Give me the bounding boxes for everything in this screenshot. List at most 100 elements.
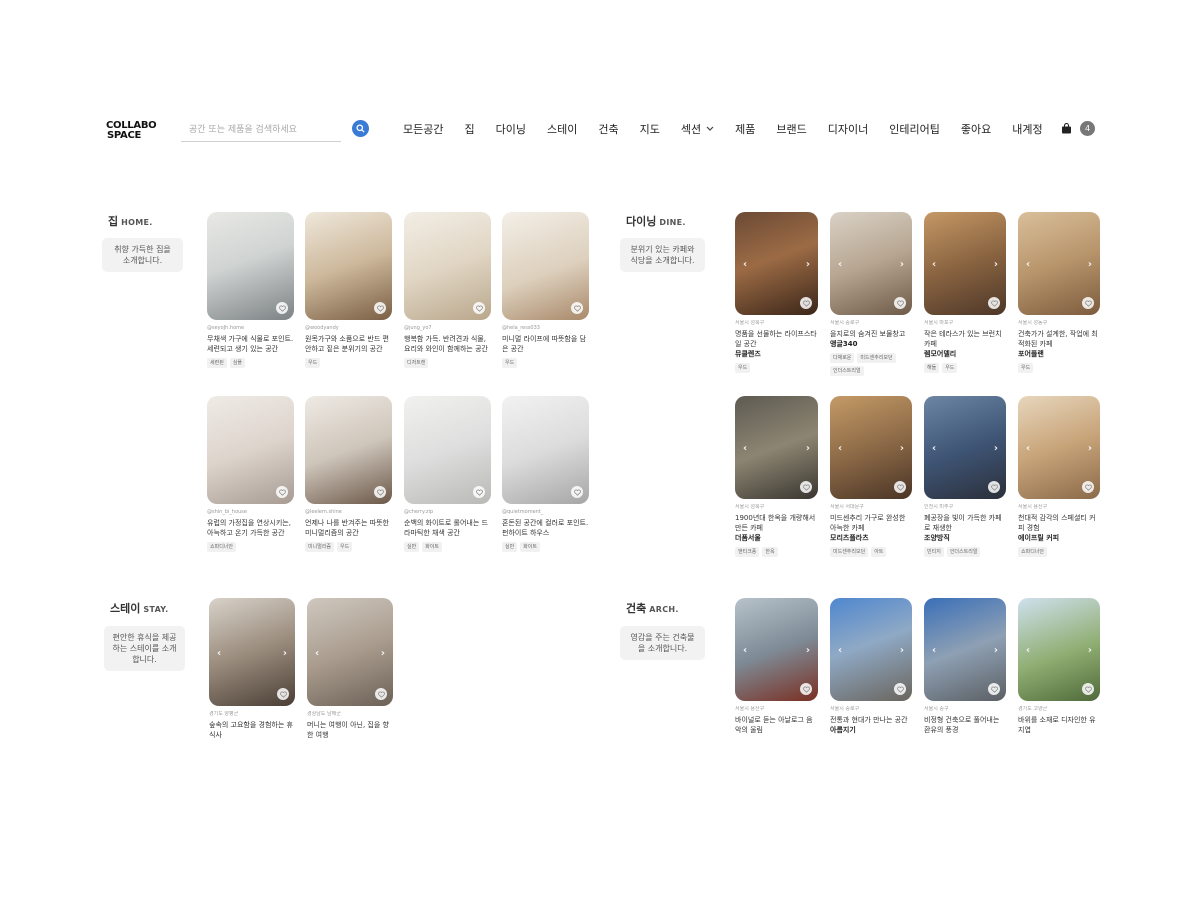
- chevron-right-icon[interactable]: ›: [806, 645, 810, 656]
- arch-card[interactable]: ‹ › 서울시 중로구 전통과 현대가 만나는 공간 아름지기: [830, 598, 912, 739]
- home-card[interactable]: @leelem.shine 언제나 나를 반겨주는 따뜻한 미니멀리즘의 공간 미니…: [305, 396, 392, 552]
- search-input[interactable]: [181, 118, 331, 142]
- card-tag[interactable]: 우드: [305, 358, 321, 368]
- card-image[interactable]: ‹ ›: [735, 396, 818, 499]
- card-tag[interactable]: 미니멀리즘: [305, 542, 335, 552]
- card-tag[interactable]: 세련된: [207, 358, 227, 368]
- card-tag[interactable]: 화이트: [422, 542, 443, 552]
- card-tag[interactable]: 미드센추리모던: [830, 547, 869, 557]
- like-button[interactable]: [571, 302, 583, 314]
- stay-card[interactable]: ‹ › 경상남도 남해군 머니는 여행이 아닌, 집을 향한 여행: [307, 598, 393, 739]
- home-card[interactable]: @quietmoment_ 혼돈된 공간에 컬러로 포인트. 펀하이트 하우스 실반…: [502, 396, 589, 552]
- chevron-left-icon[interactable]: ‹: [838, 443, 842, 454]
- card-image[interactable]: ‹ ›: [830, 396, 912, 499]
- chevron-right-icon[interactable]: ›: [381, 648, 385, 659]
- card-tag[interactable]: 우드: [337, 542, 353, 552]
- card-image[interactable]: ‹ ›: [924, 598, 1006, 701]
- card-tag[interactable]: 다채로운: [830, 353, 855, 363]
- like-button[interactable]: [571, 486, 583, 498]
- like-button[interactable]: [894, 481, 906, 493]
- dining-card[interactable]: ‹ › 서울시 서대문구 미드센추리 가구로 완성한 아늑한 카페 모리츠플라츠 미드센추…: [830, 396, 912, 557]
- home-card[interactable]: @hela_ress033 미니멀 라이프에 따뜻함을 담은 공간 우드: [502, 212, 589, 368]
- chevron-right-icon[interactable]: ›: [900, 443, 904, 454]
- chevron-left-icon[interactable]: ‹: [743, 645, 747, 656]
- nav-map[interactable]: 지도: [640, 121, 660, 137]
- dining-card[interactable]: ‹ › 서울시 마포구 작은 테라스가 있는 브런치 카페 렘모어델리 해들 우드: [924, 212, 1006, 373]
- card-tag[interactable]: 빈티지: [924, 547, 944, 557]
- card-image[interactable]: ‹ ›: [830, 598, 912, 701]
- card-image[interactable]: ‹ ›: [1018, 396, 1100, 499]
- nav-products[interactable]: 제품: [735, 121, 755, 137]
- like-button[interactable]: [374, 486, 386, 498]
- chevron-right-icon[interactable]: ›: [1088, 443, 1092, 454]
- logo[interactable]: COLLABO SPACE: [106, 121, 157, 141]
- home-card[interactable]: @seyoJh.home 무채색 가구에 식물로 포인트. 세련되고 생기 있는 …: [207, 212, 294, 368]
- card-image[interactable]: ‹ ›: [830, 212, 912, 315]
- chevron-left-icon[interactable]: ‹: [743, 259, 747, 270]
- card-tag[interactable]: 실반: [404, 542, 420, 552]
- chevron-left-icon[interactable]: ‹: [838, 645, 842, 656]
- card-tag[interactable]: 앤티크풍: [735, 547, 760, 557]
- chevron-right-icon[interactable]: ›: [806, 259, 810, 270]
- like-button[interactable]: [276, 302, 288, 314]
- card-image[interactable]: ‹ ›: [735, 212, 818, 315]
- chevron-left-icon[interactable]: ‹: [217, 648, 221, 659]
- like-button[interactable]: [1082, 481, 1094, 493]
- chevron-left-icon[interactable]: ‹: [932, 645, 936, 656]
- home-card[interactable]: @cherry.zip 순백의 화이트로 롤어내는 드라마틱한 채색 공간 실반 화이…: [404, 396, 491, 552]
- like-button[interactable]: [375, 688, 387, 700]
- card-tag[interactable]: 디저트캔: [404, 358, 429, 368]
- chevron-left-icon[interactable]: ‹: [838, 259, 842, 270]
- chevron-right-icon[interactable]: ›: [994, 645, 998, 656]
- dining-card[interactable]: ‹ › 서울시 용산구 천대적 감각의 스페셜티 커피 경험 에이프릴 커피 쇼파디너안: [1018, 396, 1100, 557]
- chevron-left-icon[interactable]: ‹: [315, 648, 319, 659]
- dining-card[interactable]: ‹ › 인천시 미추구 폐공장을 빛이 가득한 카페로 재생한 조양방직 빈티지 인더스트리…: [924, 396, 1006, 557]
- card-tag[interactable]: 우드: [1018, 363, 1034, 373]
- card-tag[interactable]: 우드: [502, 358, 518, 368]
- card-image[interactable]: ‹ ›: [924, 396, 1006, 499]
- chevron-left-icon[interactable]: ‹: [1026, 259, 1030, 270]
- card-tag[interactable]: 미드센추리모던: [857, 353, 896, 363]
- like-button[interactable]: [800, 683, 812, 695]
- nav-stay[interactable]: 스테이: [547, 121, 577, 137]
- like-button[interactable]: [1082, 297, 1094, 309]
- like-button[interactable]: [473, 486, 485, 498]
- chevron-left-icon[interactable]: ‹: [743, 443, 747, 454]
- chevron-left-icon[interactable]: ‹: [1026, 443, 1030, 454]
- like-button[interactable]: [988, 683, 1000, 695]
- card-image[interactable]: [305, 212, 392, 320]
- card-image[interactable]: [404, 396, 491, 504]
- like-button[interactable]: [894, 297, 906, 309]
- search-button[interactable]: [352, 120, 369, 137]
- nav-arch[interactable]: 건축: [598, 121, 618, 137]
- chevron-right-icon[interactable]: ›: [806, 443, 810, 454]
- card-image[interactable]: [502, 212, 589, 320]
- nav-my-account[interactable]: 내계정: [1012, 121, 1042, 137]
- nav-all-spaces[interactable]: 모든공간: [403, 121, 443, 137]
- dining-card[interactable]: ‹ › 서울시 성동구 건축가가 설계한, 작업에 최적화된 카페 포어플랜 우드: [1018, 212, 1100, 373]
- chevron-right-icon[interactable]: ›: [994, 443, 998, 454]
- card-tag[interactable]: 화이트: [520, 542, 541, 552]
- nav-designer[interactable]: 디자이너: [828, 121, 868, 137]
- chevron-right-icon[interactable]: ›: [1088, 259, 1092, 270]
- cart-button[interactable]: 4: [1061, 121, 1095, 136]
- like-button[interactable]: [1082, 683, 1094, 695]
- chevron-left-icon[interactable]: ‹: [932, 443, 936, 454]
- nav-brand[interactable]: 브랜드: [776, 121, 806, 137]
- like-button[interactable]: [800, 481, 812, 493]
- arch-card[interactable]: ‹ › 서울시 용산구 바이널로 듣는 아날로그 음악의 울림: [735, 598, 818, 739]
- card-image[interactable]: ‹ ›: [1018, 598, 1100, 701]
- like-button[interactable]: [473, 302, 485, 314]
- nav-likes[interactable]: 좋아요: [961, 121, 991, 137]
- card-tag[interactable]: 아트: [871, 547, 887, 557]
- nav-home[interactable]: 집: [464, 121, 474, 137]
- home-card[interactable]: @shin_bi_house 유럽의 가정집을 연상시키는, 아늑하고 온기 가득…: [207, 396, 294, 552]
- chevron-right-icon[interactable]: ›: [900, 645, 904, 656]
- arch-card[interactable]: ‹ › 경기도 고양군 바위를 소재로 디자인한 유지엽: [1018, 598, 1100, 739]
- like-button[interactable]: [374, 302, 386, 314]
- card-tag[interactable]: 쇼파디너안: [1018, 547, 1048, 557]
- card-image[interactable]: [502, 396, 589, 504]
- nav-dining[interactable]: 다이닝: [496, 121, 526, 137]
- card-tag[interactable]: 심플: [229, 358, 246, 368]
- chevron-right-icon[interactable]: ›: [900, 259, 904, 270]
